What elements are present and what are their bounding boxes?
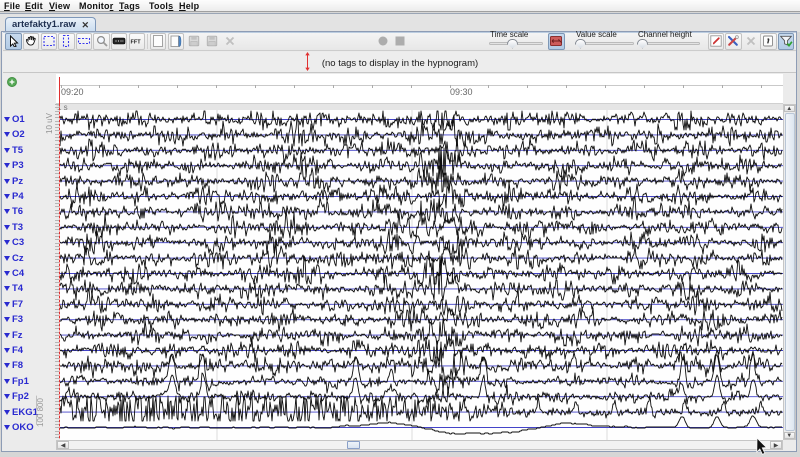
svg-text:FFT: FFT xyxy=(130,40,141,45)
